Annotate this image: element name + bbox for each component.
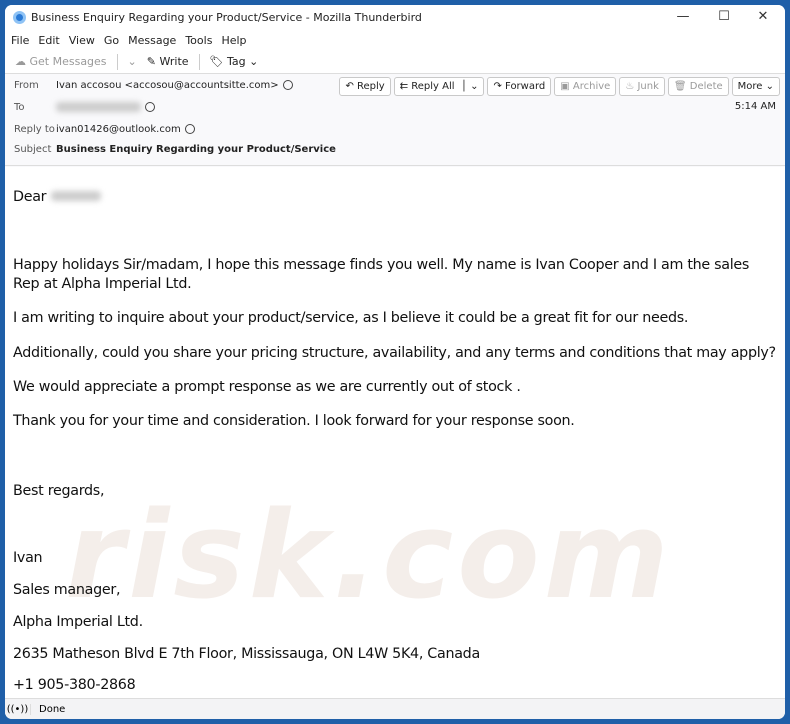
trash-icon: 🗑 [673,81,690,92]
status-text: Done [39,703,66,715]
signature-company: Alpha Imperial Ltd. [13,614,143,630]
paragraph: Thank you for your time and consideratio… [13,413,575,429]
menu-go[interactable]: Go [104,34,119,47]
archive-button[interactable]: ▣ Archive [554,77,617,96]
forward-icon: ↷ [493,81,506,92]
reply-all-button[interactable]: ⇇ Reply All │ ⌄ [393,77,485,96]
from-value[interactable]: Ivan accosou <accosou@accountsitte.com> [56,80,279,91]
menu-help[interactable]: Help [221,34,246,47]
subject-label: Subject [14,144,52,155]
paragraph: I am writing to inquire about your produ… [13,310,689,326]
tag-icon: 🏷 [209,55,227,68]
close-icon[interactable]: ✕ [743,9,783,24]
more-button[interactable]: More ⌄ [731,77,780,96]
menu-edit[interactable]: Edit [38,34,59,47]
contact-icon[interactable] [282,80,293,90]
menu-view[interactable]: View [69,34,95,47]
menu-message[interactable]: Message [128,34,176,47]
junk-icon: ♨ [625,81,638,92]
maximize-icon[interactable]: ☐ [704,9,744,24]
delete-label: Delete [689,81,723,92]
reply-label: Reply [357,81,385,92]
online-status-icon[interactable]: ((•)) [5,703,31,715]
reply-icon: ↶ [345,81,357,92]
title-bar: Business Enquiry Regarding your Product/… [5,5,785,30]
signature-title: Sales manager, [13,582,121,598]
reply-all-label: Reply All [411,81,455,92]
reply-to-label: Reply to [14,124,55,135]
menu-file[interactable]: File [11,34,29,47]
from-label: From [14,80,39,91]
archive-label: Archive [572,81,611,92]
forward-button[interactable]: ↷ Forward [487,77,552,96]
menu-tools[interactable]: Tools [185,34,212,47]
reply-to-value[interactable]: ivan01426@outlook.com [56,124,181,135]
signature-phone: +1 905-380-2868 [13,677,136,693]
get-messages-dropdown[interactable]: ⌄ [128,55,137,68]
to-value-redacted [56,102,141,112]
signature-address: 2635 Matheson Blvd E 7th Floor, Mississa… [13,646,480,662]
main-toolbar: ☁ Get Messages ⌄ ✎ Write 🏷 Tag ⌄ [5,50,785,74]
contact-icon[interactable] [145,102,155,112]
get-messages-label: Get Messages [29,55,107,68]
archive-icon: ▣ [560,81,573,92]
tag-label: Tag [227,55,246,68]
message-time: 5:14 AM [734,101,776,112]
message-body: risk.com Dear Happy holidays Sir/madam, … [5,167,785,698]
closing: Best regards, [13,483,105,499]
greeting-text: Dear [13,189,47,205]
paragraph: Happy holidays Sir/madam, I hope this me… [13,257,750,292]
divider [116,53,118,70]
to-label: To [14,102,25,113]
more-label: More [737,81,763,92]
junk-label: Junk [637,81,659,92]
subject-value: Business Enquiry Regarding your Product/… [56,144,336,155]
signature-name: Ivan [13,550,43,566]
get-messages-button[interactable]: ☁ Get Messages [15,55,107,68]
reply-all-icon: ⇇ [399,81,412,92]
paragraph: We would appreciate a prompt response as… [13,379,521,395]
junk-button[interactable]: ♨ Junk [619,77,665,96]
delete-button[interactable]: 🗑 Delete [667,77,729,96]
pencil-icon: ✎ [146,55,160,68]
divider [198,53,200,70]
reply-button[interactable]: ↶ Reply [339,77,391,96]
tag-button[interactable]: 🏷 Tag ⌄ [210,55,259,68]
forward-label: Forward [505,81,546,92]
contact-icon[interactable] [184,124,195,134]
write-label: Write [159,55,189,68]
menu-bar: File Edit View Go Message Tools Help [5,30,785,50]
thunderbird-logo-icon [13,11,26,24]
cloud-download-icon: ☁ [15,55,30,68]
minimize-icon[interactable]: — [663,9,703,24]
status-bar: ((•)) Done [5,698,785,719]
recipient-name-redacted [50,191,101,201]
window-title: Business Enquiry Regarding your Product/… [31,11,422,24]
paragraph: Additionally, could you share your prici… [13,345,776,361]
message-header: From Ivan accosou <accosou@accountsitte.c… [5,74,785,166]
thunderbird-window: Business Enquiry Regarding your Product/… [5,5,785,719]
greeting: Dear [13,188,778,207]
write-button[interactable]: ✎ Write [147,55,189,68]
